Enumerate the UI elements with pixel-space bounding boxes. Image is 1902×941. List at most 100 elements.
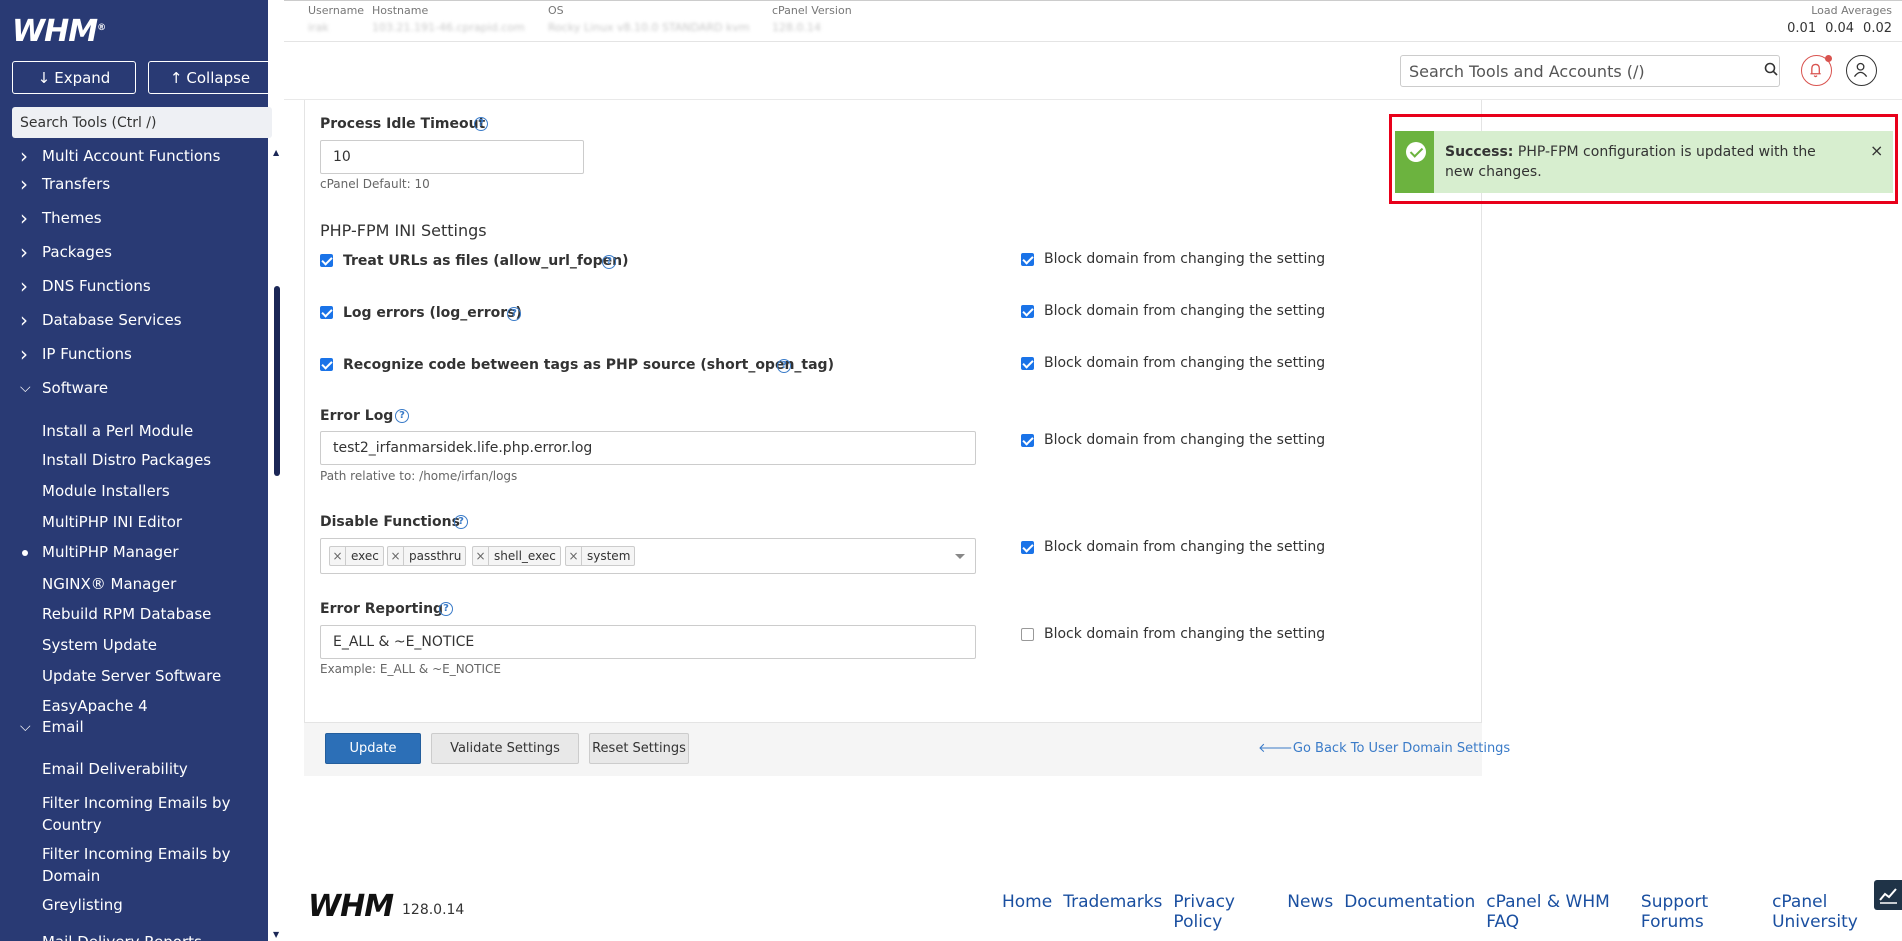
- disable-functions-label: Disable Functions: [320, 514, 460, 530]
- allow-url-fopen-checkbox[interactable]: [320, 254, 333, 267]
- scroll-up-icon[interactable]: ▲: [273, 148, 279, 157]
- chevron-right-icon: ›: [20, 172, 28, 196]
- help-icon[interactable]: ?: [439, 602, 453, 616]
- help-icon[interactable]: ?: [777, 359, 791, 373]
- allow-url-fopen-label: Treat URLs as files (allow_url_fopen): [343, 253, 629, 269]
- back-to-user-domain-settings-link[interactable]: 🡐Go Back To User Domain Settings: [1258, 740, 1510, 756]
- footer-link-privacy-policy[interactable]: Privacy Policy: [1173, 892, 1276, 932]
- function-tag: × exec: [329, 546, 384, 566]
- ini-settings-title: PHP-FPM INI Settings: [320, 221, 487, 240]
- sidebar-item-multiphp-manager[interactable]: MultiPHP Manager: [22, 541, 252, 563]
- block-domain-label: Block domain from changing the setting: [1044, 355, 1326, 371]
- update-button[interactable]: Update: [325, 733, 421, 764]
- cpanel-version-info: cPanel Version 128.0.14: [772, 4, 852, 34]
- sidebar-item-system-update[interactable]: System Update: [42, 634, 252, 656]
- sidebar-item-module-installers[interactable]: Module Installers: [42, 480, 252, 502]
- log-errors-checkbox[interactable]: [320, 306, 333, 319]
- sidebar-item-multiphp-ini-editor[interactable]: MultiPHP INI Editor: [42, 511, 252, 533]
- user-icon: [1853, 62, 1868, 77]
- arrow-left-icon: 🡐: [1258, 741, 1293, 756]
- disable-functions-block-checkbox[interactable]: [1021, 541, 1034, 554]
- remove-tag-icon[interactable]: ×: [473, 547, 489, 565]
- sidebar-item-install-distro-packages[interactable]: Install Distro Packages: [42, 449, 252, 471]
- footer-link-news[interactable]: News: [1287, 892, 1333, 932]
- error-log-hint: Path relative to: /home/irfan/logs: [320, 469, 518, 483]
- arrow-up-icon: ↑: [169, 68, 183, 87]
- sidebar-category-ip-functions[interactable]: › IP Functions: [0, 342, 268, 366]
- sidebar-scrollbar[interactable]: ▲ ▼: [272, 146, 282, 941]
- sidebar-category-themes[interactable]: › Themes: [0, 206, 268, 230]
- sidebar-category-database-services[interactable]: › Database Services: [0, 308, 268, 332]
- process-idle-timeout-label: Process Idle Timeout: [320, 116, 486, 132]
- sidebar-item-filter-incoming-emails-by-domain[interactable]: Filter Incoming Emails by Domain: [42, 843, 252, 887]
- sidebar-item-mail-delivery-reports[interactable]: Mail Delivery Reports: [42, 931, 252, 941]
- short-open-tag-checkbox[interactable]: [320, 358, 333, 371]
- sidebar: WHM® ↓ Expand ↑ Collapse ›Multi Account …: [0, 0, 272, 941]
- remove-tag-icon[interactable]: ×: [388, 547, 404, 565]
- footer-link-trademarks[interactable]: Trademarks: [1063, 892, 1162, 932]
- sidebar-category-transfers[interactable]: › Transfers: [0, 172, 268, 196]
- block-domain-label: Block domain from changing the setting: [1044, 251, 1326, 267]
- sidebar-item-nginx-manager[interactable]: NGINX® Manager: [42, 573, 252, 595]
- notification-dot: [1825, 55, 1832, 62]
- sidebar-item-greylisting[interactable]: Greylisting: [42, 894, 252, 916]
- footer-version: 128.0.14: [402, 902, 465, 918]
- short-open-tag-block-checkbox[interactable]: [1021, 357, 1034, 370]
- reset-settings-button[interactable]: Reset Settings: [589, 733, 689, 764]
- help-icon[interactable]: ?: [507, 307, 521, 321]
- expand-button[interactable]: ↓ Expand: [12, 61, 136, 94]
- footer-link-documentation[interactable]: Documentation: [1344, 892, 1475, 932]
- sidebar-category-software[interactable]: ⌵ Software: [0, 377, 268, 399]
- search-icon[interactable]: [1764, 62, 1778, 76]
- function-tag: × shell_exec: [472, 546, 561, 566]
- process-idle-timeout-input[interactable]: [320, 140, 584, 174]
- log-errors-block-checkbox[interactable]: [1021, 305, 1034, 318]
- username-info: Username irak: [308, 4, 365, 34]
- sidebar-item-install-a-perl-module[interactable]: Install a Perl Module: [42, 420, 252, 442]
- footer-link-cpanel-whm-faq[interactable]: cPanel & WHM FAQ: [1486, 892, 1630, 932]
- error-reporting-input[interactable]: [320, 625, 976, 659]
- footer-link-home[interactable]: Home: [1002, 892, 1052, 932]
- sidebar-item-rebuild-rpm-database[interactable]: Rebuild RPM Database: [42, 603, 252, 625]
- help-icon[interactable]: ?: [474, 117, 488, 131]
- chevron-down-icon: ⌵: [20, 719, 31, 735]
- sidebar-item-easyapache-4[interactable]: EasyApache 4: [42, 695, 252, 717]
- sidebar-category-email[interactable]: ⌵ Email: [0, 716, 268, 738]
- dropdown-caret-icon[interactable]: [955, 554, 965, 559]
- user-menu-button[interactable]: [1846, 55, 1877, 86]
- sidebar-item-filter-incoming-emails-by-country[interactable]: Filter Incoming Emails by Country: [42, 792, 252, 836]
- server-info-bar: Username irak Hostname 103.21.191-46.cpr…: [284, 0, 1902, 42]
- validate-settings-button[interactable]: Validate Settings: [431, 733, 579, 764]
- block-domain-label: Block domain from changing the setting: [1044, 626, 1326, 642]
- sidebar-item-email-deliverability[interactable]: Email Deliverability: [42, 758, 252, 780]
- help-icon[interactable]: ?: [454, 515, 468, 529]
- sidebar-category-packages[interactable]: › Packages: [0, 240, 268, 264]
- block-domain-label: Block domain from changing the setting: [1044, 539, 1326, 555]
- global-search-input[interactable]: [1400, 55, 1780, 87]
- log-errors-label: Log errors (log_errors): [343, 305, 522, 321]
- sidebar-category-dns-functions[interactable]: › DNS Functions: [0, 274, 268, 298]
- sidebar-item-update-server-software[interactable]: Update Server Software: [42, 665, 252, 687]
- disable-functions-select[interactable]: × exec × passthru × shell_exec × system: [320, 538, 976, 574]
- remove-tag-icon[interactable]: ×: [330, 547, 346, 565]
- scrollbar-thumb[interactable]: [274, 286, 280, 476]
- error-log-block-checkbox[interactable]: [1021, 434, 1034, 447]
- close-icon[interactable]: ×: [1870, 141, 1883, 160]
- remove-tag-icon[interactable]: ×: [566, 547, 582, 565]
- whm-logo[interactable]: WHM®: [12, 14, 106, 49]
- error-reporting-block-checkbox[interactable]: [1021, 628, 1034, 641]
- sidebar-category-multi-account-functions[interactable]: › Multi Account Functions: [0, 146, 268, 168]
- sidebar-search-input[interactable]: [12, 107, 272, 138]
- allow-url-fopen-block-checkbox[interactable]: [1021, 253, 1034, 266]
- chevron-right-icon: ›: [20, 308, 28, 332]
- help-icon[interactable]: ?: [602, 255, 616, 269]
- error-reporting-hint: Example: E_ALL & ~E_NOTICE: [320, 662, 501, 676]
- collapse-button[interactable]: ↑ Collapse: [148, 61, 272, 94]
- help-icon[interactable]: ?: [395, 409, 409, 423]
- footer-link-support-forums[interactable]: Support Forums: [1641, 892, 1761, 932]
- scroll-down-icon[interactable]: ▼: [273, 930, 279, 939]
- footer-links: Home Trademarks Privacy Policy News Document…: [1002, 892, 1902, 932]
- error-log-input[interactable]: [320, 431, 976, 465]
- chart-widget-icon[interactable]: [1874, 880, 1902, 910]
- chevron-right-icon: ›: [20, 206, 28, 230]
